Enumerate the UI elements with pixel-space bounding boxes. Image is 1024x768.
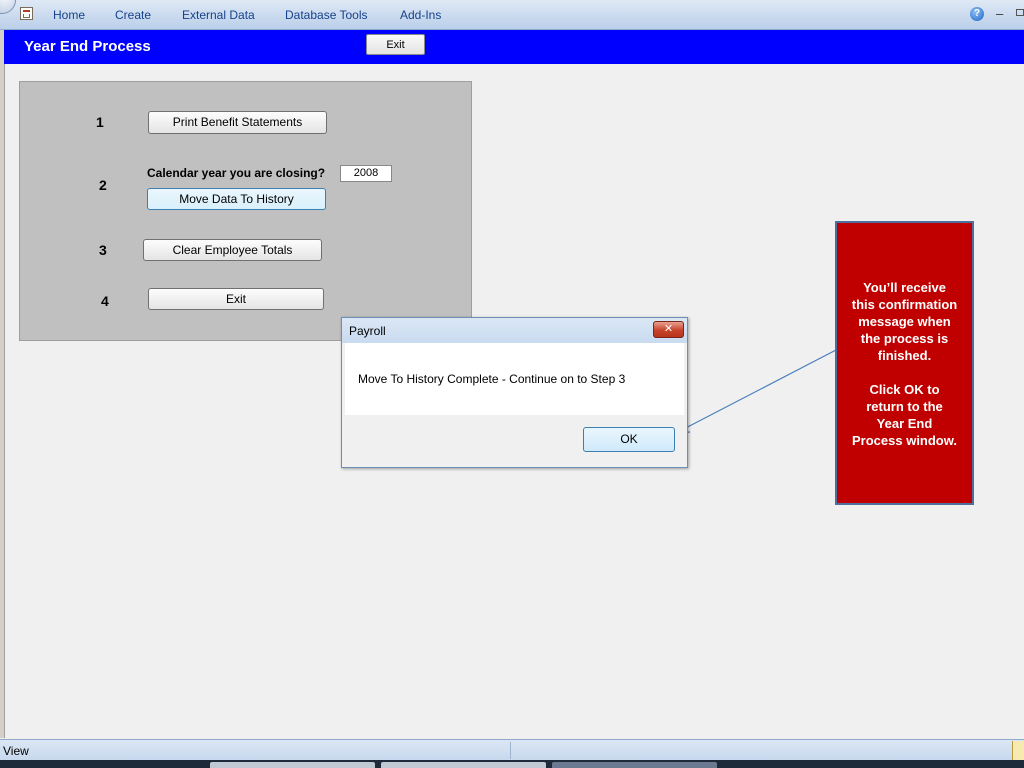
callout-line: Year End [876, 416, 933, 431]
taskbar-button[interactable] [210, 762, 375, 768]
callout-line: Process window. [852, 433, 957, 448]
callout-line: finished. [877, 348, 932, 363]
dialog-titlebar[interactable]: Payroll ✕ [342, 318, 687, 343]
taskbar-button[interactable] [381, 762, 546, 768]
callout-paragraph-1: You’ll receive this confirmation message… [843, 279, 966, 364]
instruction-callout: You’ll receive this confirmation message… [835, 221, 974, 505]
callout-line: You’ll receive [863, 280, 946, 295]
dialog-message: Move To History Complete - Continue on t… [358, 372, 626, 386]
dialog-message-area: Move To History Complete - Continue on t… [345, 343, 684, 415]
taskbar [0, 760, 1024, 768]
callout-paragraph-2: Click OK to return to the Year End Proce… [843, 381, 966, 449]
status-bar: View [0, 739, 1024, 761]
callout-line: message when [858, 314, 951, 329]
status-divider [510, 742, 511, 759]
taskbar-button[interactable] [552, 762, 717, 768]
callout-line: Click OK to [869, 382, 940, 397]
ok-button[interactable]: OK [583, 427, 675, 452]
callout-line: the process is [860, 331, 949, 346]
payroll-dialog: Payroll ✕ Move To History Complete - Con… [341, 317, 688, 468]
callout-line: this confirmation [851, 297, 958, 312]
view-shortcut-icon[interactable] [1012, 741, 1024, 760]
dialog-title: Payroll [349, 324, 386, 338]
close-icon[interactable]: ✕ [653, 321, 684, 338]
status-text: View [3, 744, 29, 758]
callout-line: return to the [866, 399, 943, 414]
